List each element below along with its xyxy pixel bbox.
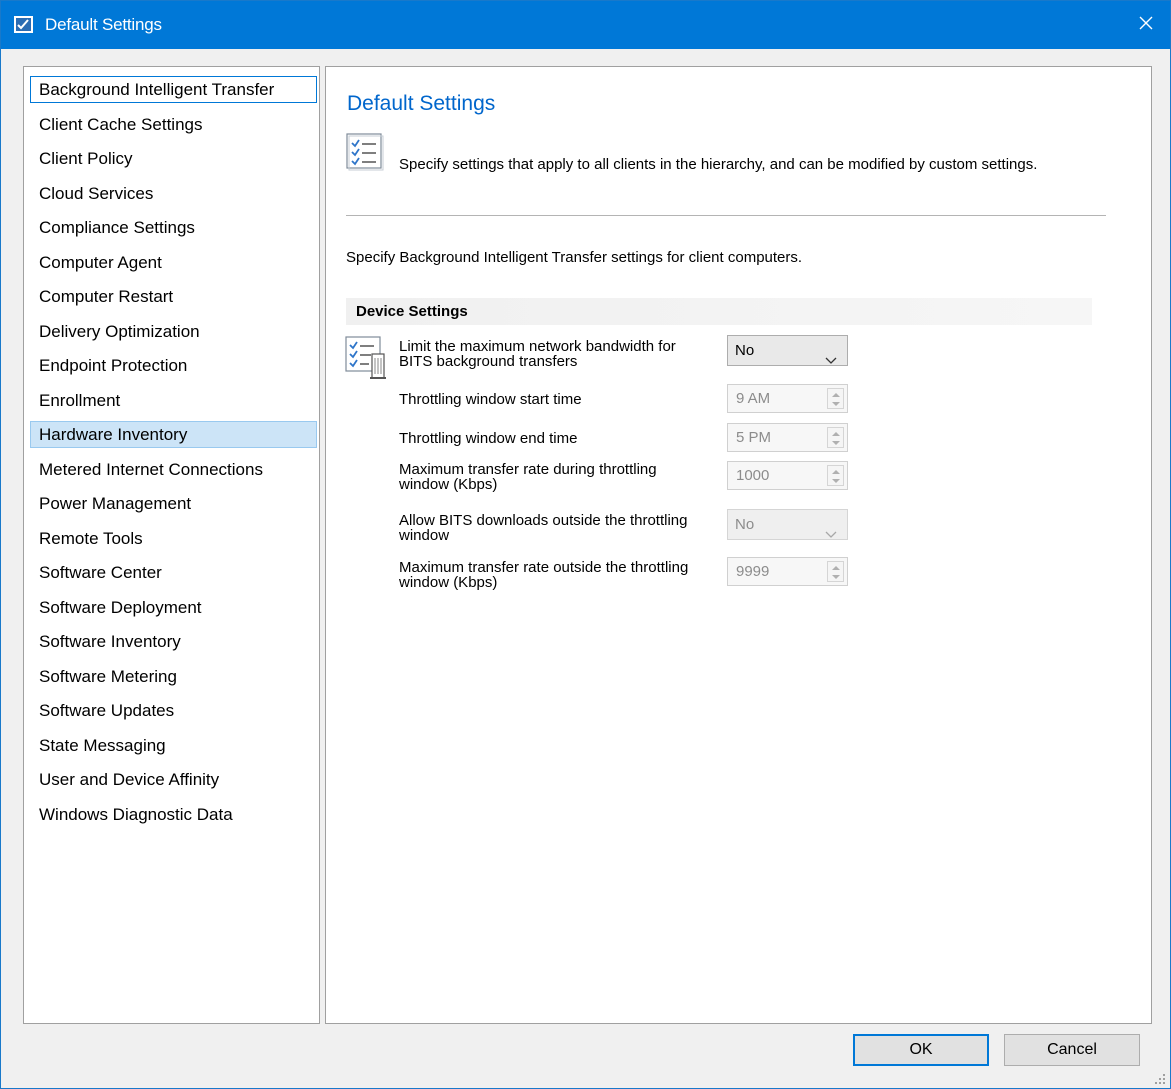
limit-bandwidth-label-line2: BITS background transfers [399, 353, 578, 370]
window-title: Default Settings [45, 15, 162, 34]
allow-outside-dropdown: No [727, 509, 848, 540]
end-time-spinner: 5 PM [727, 423, 848, 452]
rate-during-spinner: 1000 [727, 461, 848, 490]
allow-outside-label-line2: window [399, 527, 450, 544]
nav-item-compliance-settings[interactable]: Compliance Settings [30, 214, 317, 241]
rate-during-label-line1: Maximum transfer rate during throttling [399, 461, 657, 478]
end-time-label: Throttling window end time [399, 430, 578, 447]
resize-grip-icon[interactable] [1154, 1072, 1166, 1084]
limit-bandwidth-dropdown[interactable]: No [727, 335, 848, 366]
nav-item-background-intelligent-transfer[interactable]: Background Intelligent Transfer [30, 76, 317, 103]
close-icon [1139, 16, 1153, 35]
nav-item-metered-internet-connections[interactable]: Metered Internet Connections [30, 456, 317, 483]
rate-during-label-line2: window (Kbps) [399, 476, 498, 493]
rate-outside-label-line2: window (Kbps) [399, 574, 498, 591]
nav-item-delivery-optimization[interactable]: Delivery Optimization [30, 318, 317, 345]
limit-bandwidth-label: Limit the maximum network bandwidth for … [399, 339, 719, 369]
settings-checklist-icon [14, 16, 33, 33]
start-time-label: Throttling window start time [399, 391, 582, 408]
nav-item-client-cache-settings[interactable]: Client Cache Settings [30, 111, 317, 138]
section-description: Specify Background Intelligent Transfer … [346, 249, 803, 266]
spin-arrows-icon [827, 388, 844, 409]
title-bar[interactable]: Default Settings [1, 1, 1170, 49]
nav-item-software-inventory[interactable]: Software Inventory [30, 628, 317, 655]
settings-content-panel: Default Settings Specify settings that a… [325, 66, 1152, 1024]
nav-item-software-metering[interactable]: Software Metering [30, 663, 317, 690]
allow-outside-value: No [735, 516, 755, 533]
nav-item-enrollment[interactable]: Enrollment [30, 387, 317, 414]
nav-item-client-policy[interactable]: Client Policy [30, 145, 317, 172]
chevron-down-icon [825, 346, 837, 364]
spin-arrows-icon [827, 427, 844, 448]
close-button[interactable] [1122, 1, 1170, 49]
nav-item-software-updates[interactable]: Software Updates [30, 697, 317, 724]
rate-outside-label: Maximum transfer rate outside the thrott… [399, 560, 719, 590]
nav-item-endpoint-protection[interactable]: Endpoint Protection [30, 352, 317, 379]
start-time-spinner: 9 AM [727, 384, 848, 413]
settings-category-list[interactable]: Background Intelligent Transfer Client C… [23, 66, 320, 1024]
rate-outside-spinner: 9999 [727, 557, 848, 586]
rate-during-value: 1000 [736, 467, 770, 484]
rate-outside-label-line1: Maximum transfer rate outside the thrott… [399, 559, 689, 576]
checklist-icon [346, 133, 384, 171]
nav-item-computer-agent[interactable]: Computer Agent [30, 249, 317, 276]
nav-item-hardware-inventory[interactable]: Hardware Inventory [30, 421, 317, 448]
device-settings-header: Device Settings [346, 298, 1092, 325]
page-description: Specify settings that apply to all clien… [399, 156, 1038, 173]
nav-item-remote-tools[interactable]: Remote Tools [30, 525, 317, 552]
checklist-server-icon [345, 336, 391, 380]
nav-item-software-deployment[interactable]: Software Deployment [30, 594, 317, 621]
limit-bandwidth-value: No [735, 342, 755, 359]
allow-outside-label: Allow BITS downloads outside the throttl… [399, 513, 719, 543]
header-divider [346, 215, 1106, 216]
nav-item-computer-restart[interactable]: Computer Restart [30, 283, 317, 310]
page-title: Default Settings [347, 92, 496, 115]
end-time-value: 5 PM [736, 429, 772, 446]
nav-item-cloud-services[interactable]: Cloud Services [30, 180, 317, 207]
nav-item-windows-diagnostic-data[interactable]: Windows Diagnostic Data [30, 801, 317, 828]
allow-outside-label-line1: Allow BITS downloads outside the throttl… [399, 512, 688, 529]
nav-item-software-center[interactable]: Software Center [30, 559, 317, 586]
cancel-button[interactable]: Cancel [1004, 1034, 1140, 1066]
nav-item-state-messaging[interactable]: State Messaging [30, 732, 317, 759]
rate-outside-value: 9999 [736, 563, 770, 580]
ok-button[interactable]: OK [853, 1034, 989, 1066]
nav-item-user-and-device-affinity[interactable]: User and Device Affinity [30, 766, 317, 793]
chevron-down-icon [825, 520, 837, 538]
rate-during-label: Maximum transfer rate during throttling … [399, 462, 719, 492]
start-time-value: 9 AM [736, 390, 771, 407]
spin-arrows-icon [827, 561, 844, 582]
default-settings-dialog: Default Settings Background Intelligent … [0, 0, 1171, 1089]
spin-arrows-icon [827, 465, 844, 486]
limit-bandwidth-label-line1: Limit the maximum network bandwidth for [399, 338, 676, 355]
nav-item-power-management[interactable]: Power Management [30, 490, 317, 517]
